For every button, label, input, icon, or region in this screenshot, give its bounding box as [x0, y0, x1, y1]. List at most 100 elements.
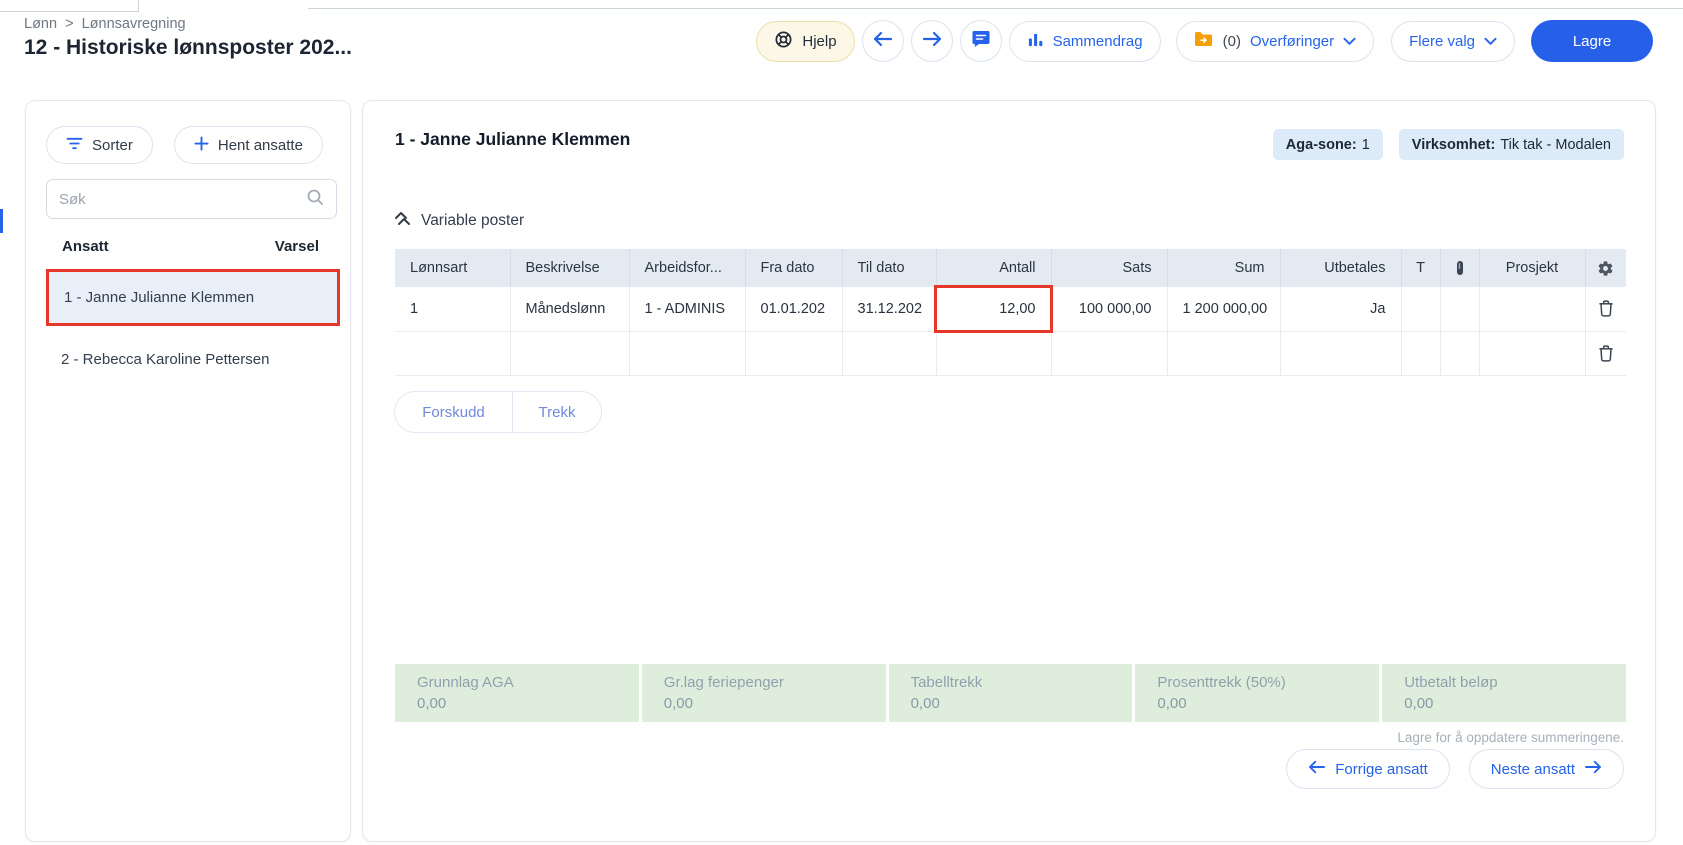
cell-attachment[interactable]: [1440, 287, 1479, 331]
next-employee-button[interactable]: Neste ansatt: [1469, 749, 1624, 789]
cell-delete[interactable]: [1585, 331, 1626, 375]
back-button[interactable]: [862, 20, 904, 62]
folder-arrow-icon: [1194, 31, 1214, 51]
cell-attachment[interactable]: [1440, 331, 1479, 375]
tab-forskudd[interactable]: Forskudd: [394, 391, 512, 433]
previous-employee-button[interactable]: Forrige ansatt: [1286, 749, 1450, 789]
arrow-right-icon: [922, 31, 942, 52]
nav-rail-indicator: [0, 209, 3, 233]
sorter-button[interactable]: Sorter: [46, 126, 153, 164]
summary-grlag-feriepenger: Gr.lag feriepenger 0,00: [642, 664, 886, 722]
cell-prosjekt[interactable]: [1479, 287, 1585, 331]
employee-badges: Aga-sone: 1 Virksomhet: Tik tak - Modale…: [1273, 129, 1624, 160]
table-header-row: Lønnsart Beskrivelse Arbeidsfor... Fra d…: [395, 249, 1626, 287]
aga-sone-value: 1: [1362, 137, 1370, 153]
employee-nav: Forrige ansatt Neste ansatt: [1286, 749, 1624, 789]
column-varsel: Varsel: [275, 238, 319, 255]
cell-antall[interactable]: [936, 331, 1051, 375]
cell-fra-dato[interactable]: [745, 331, 842, 375]
cell-til-dato[interactable]: [842, 331, 936, 375]
virksomhet-label: Virksomhet:: [1412, 137, 1496, 153]
cell-antall-annotated[interactable]: 12,00: [936, 287, 1051, 331]
summary-value: 0,00: [1404, 695, 1626, 712]
search-input[interactable]: [59, 191, 306, 208]
header-settings[interactable]: [1585, 249, 1626, 287]
payroll-detail-panel: 1 - Janne Julianne Klemmen Aga-sone: 1 V…: [362, 100, 1656, 842]
save-button[interactable]: Lagre: [1531, 20, 1653, 62]
employee-list-item-1[interactable]: 1 - Janne Julianne Klemmen: [46, 269, 340, 326]
breadcrumb-separator: >: [65, 16, 73, 32]
browser-chrome-line: [308, 8, 1683, 9]
summary-value: 0,00: [1157, 695, 1379, 712]
bar-chart-icon: [1027, 31, 1044, 52]
cell-lonnsart[interactable]: 1: [395, 287, 510, 331]
employee-list-header: Ansatt Varsel: [62, 238, 319, 255]
table-row-empty: [395, 331, 1626, 375]
variable-poster-section[interactable]: Variable poster: [394, 211, 524, 231]
overforinger-count: (0): [1223, 33, 1241, 50]
employee-sidebar: Sorter Hent ansatte Ansatt Varsel 1 - Ja…: [25, 100, 351, 842]
cell-arbeidsforhold[interactable]: 1 - ADMINIS: [629, 287, 745, 331]
summary-utbetalt-belop: Utbetalt beløp 0,00: [1382, 664, 1626, 722]
comments-button[interactable]: [960, 20, 1002, 62]
breadcrumb-lonnsavregning: Lønnsavregning: [82, 16, 186, 32]
cell-sum[interactable]: [1167, 331, 1280, 375]
sammendrag-label: Sammendrag: [1053, 33, 1143, 50]
summary-value: 0,00: [911, 695, 1133, 712]
flere-valg-label: Flere valg: [1409, 33, 1475, 50]
cell-t[interactable]: [1401, 287, 1440, 331]
cell-lonnsart[interactable]: [395, 331, 510, 375]
summary-grunnlag-aga: Grunnlag AGA 0,00: [395, 664, 639, 722]
tab-trekk[interactable]: Trekk: [512, 391, 602, 433]
header-til-dato: Til dato: [842, 249, 936, 287]
sorter-label: Sorter: [92, 137, 133, 154]
employee-name: 1 - Janne Julianne Klemmen: [64, 289, 254, 306]
cell-sats[interactable]: 100 000,00: [1051, 287, 1167, 331]
help-button[interactable]: Hjelp: [756, 21, 854, 62]
browser-tab-edge: [0, 0, 139, 12]
cell-t[interactable]: [1401, 331, 1440, 375]
hent-ansatte-button[interactable]: Hent ansatte: [174, 126, 323, 164]
plus-icon: [194, 136, 209, 155]
flere-valg-button[interactable]: Flere valg: [1391, 21, 1515, 62]
previous-employee-label: Forrige ansatt: [1335, 761, 1428, 778]
cell-delete[interactable]: [1585, 287, 1626, 331]
cell-beskrivelse[interactable]: Månedslønn: [510, 287, 629, 331]
header-sats: Sats: [1051, 249, 1167, 287]
cell-utbetales[interactable]: Ja: [1280, 287, 1401, 331]
sammendrag-button[interactable]: Sammendrag: [1009, 21, 1161, 62]
header-antall: Antall: [936, 249, 1051, 287]
header-arbeidsforhold: Arbeidsfor...: [629, 249, 745, 287]
cell-prosjekt[interactable]: [1479, 331, 1585, 375]
employee-list-item-2[interactable]: 2 - Rebecca Karoline Pettersen: [46, 331, 340, 388]
cell-utbetales[interactable]: [1280, 331, 1401, 375]
attachment-icon: [1456, 260, 1464, 276]
breadcrumb-lonn[interactable]: Lønn: [24, 16, 57, 32]
virksomhet-badge: Virksomhet: Tik tak - Modalen: [1399, 129, 1624, 160]
page-title: 12 - Historiske lønnsposter 202...: [24, 36, 352, 60]
gear-icon: [1597, 260, 1614, 276]
overforinger-label: Overføringer: [1250, 33, 1334, 50]
help-label: Hjelp: [802, 33, 836, 50]
header-t: T: [1401, 249, 1440, 287]
cell-beskrivelse[interactable]: [510, 331, 629, 375]
life-ring-icon: [774, 30, 793, 53]
summary-value: 0,00: [664, 695, 886, 712]
virksomhet-value: Tik tak - Modalen: [1500, 137, 1611, 153]
column-ansatt: Ansatt: [62, 238, 109, 255]
cell-arbeidsforhold[interactable]: [629, 331, 745, 375]
breadcrumb: Lønn > Lønnsavregning: [24, 16, 190, 32]
cell-sats[interactable]: [1051, 331, 1167, 375]
header-beskrivelse: Beskrivelse: [510, 249, 629, 287]
forward-button[interactable]: [911, 20, 953, 62]
cell-til-dato[interactable]: 31.12.202: [842, 287, 936, 331]
header-prosjekt: Prosjekt: [1479, 249, 1585, 287]
cell-sum[interactable]: 1 200 000,00: [1167, 287, 1280, 331]
header-sum: Sum: [1167, 249, 1280, 287]
trash-icon: [1598, 301, 1614, 317]
overforinger-button[interactable]: (0) Overføringer: [1176, 21, 1375, 62]
cell-fra-dato[interactable]: 01.01.202: [745, 287, 842, 331]
header-attachment: [1440, 249, 1479, 287]
summary-tabelltrekk: Tabelltrekk 0,00: [889, 664, 1133, 722]
header-fra-dato: Fra dato: [745, 249, 842, 287]
